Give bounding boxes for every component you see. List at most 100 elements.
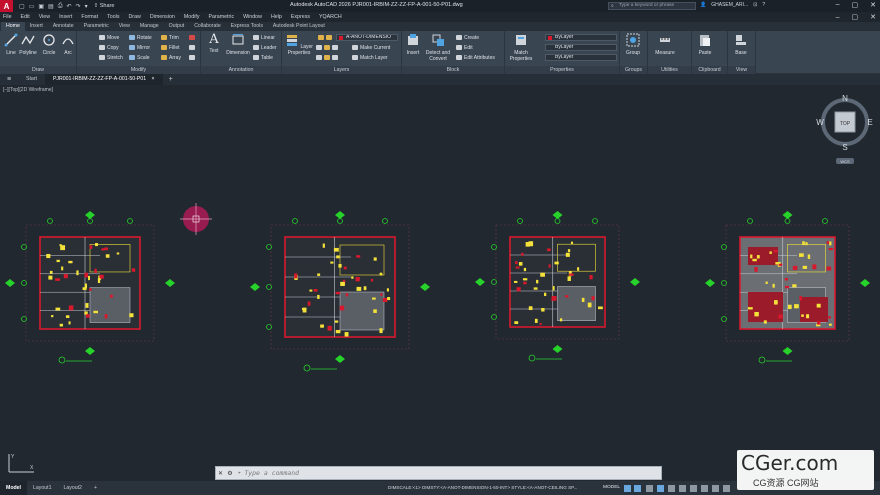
ribbon-tab-parametric[interactable]: Parametric — [79, 22, 114, 31]
help-icon[interactable]: ? — [762, 2, 765, 8]
match-properties-tool[interactable]: Match Properties — [508, 33, 534, 62]
print-icon[interactable]: ⎙ — [58, 3, 63, 10]
create-block-tool[interactable]: Create — [456, 35, 479, 41]
menu-item-draw[interactable]: Draw — [128, 14, 140, 20]
snap-toggle-icon[interactable] — [634, 485, 641, 492]
maximize-icon[interactable]: ▢ — [852, 1, 859, 9]
grid-toggle-icon[interactable] — [624, 485, 631, 492]
array-tool[interactable]: Array — [161, 55, 181, 61]
search-input[interactable]: ⌕ Type a keyword or phrase — [608, 2, 696, 10]
ribbon-tab-collaborate[interactable]: Collaborate — [189, 22, 226, 31]
linetype-dropdown[interactable]: ByLayer — [545, 44, 617, 51]
redo-icon[interactable]: ↷ — [76, 3, 81, 10]
viewport-controls[interactable]: [–][Top][2D Wireframe] — [3, 87, 53, 93]
view-panel-label[interactable]: View — [728, 66, 755, 74]
menu-item-yqarch[interactable]: YQARCH — [319, 14, 342, 20]
undo-icon[interactable]: ↶ — [67, 3, 72, 10]
menu-item-modify[interactable]: Modify — [184, 14, 200, 20]
ribbon-tab-view[interactable]: View — [114, 22, 135, 31]
color-dropdown[interactable]: ByLayer — [545, 34, 617, 41]
user-area[interactable]: 👤 GHASEM_ARI... ⊡ ? — [700, 2, 765, 8]
lineweight-toggle-icon[interactable] — [679, 485, 686, 492]
osnap-toggle-icon[interactable] — [668, 485, 675, 492]
ribbon-tab-annotate[interactable]: Annotate — [48, 22, 79, 31]
layers-panel-label[interactable]: Layers — [282, 66, 401, 74]
rotate-tool[interactable]: Rotate — [129, 35, 152, 41]
menu-item-view[interactable]: View — [39, 14, 50, 20]
block-panel-label[interactable]: Block — [402, 66, 504, 74]
layer-dropdown[interactable]: A-ANOT-DIMENSIO — [336, 34, 398, 41]
polar-toggle-icon[interactable] — [657, 485, 664, 492]
layer-tools-row2[interactable] — [316, 55, 340, 61]
autocad-logo-icon[interactable]: A — [0, 0, 13, 12]
ribbon-tab-express-tools[interactable]: Express Tools — [226, 22, 268, 31]
menu-item-help[interactable]: Help — [271, 14, 282, 20]
match-layer-tool[interactable]: Match Layer — [352, 55, 388, 61]
save-as-icon[interactable]: ▤ — [48, 3, 54, 10]
close-icon[interactable]: ✕ — [870, 1, 876, 9]
command-line-close-icon[interactable]: ✕ — [216, 470, 225, 477]
layout2-tab[interactable]: Layout2 — [57, 481, 87, 495]
compass-east[interactable]: E — [867, 118, 872, 127]
stretch-tool[interactable]: Stretch — [99, 55, 123, 61]
trim-tool[interactable]: Trim — [161, 35, 179, 41]
layout1-tab[interactable]: Layout1 — [27, 481, 57, 495]
properties-panel-label[interactable]: Properties — [505, 66, 619, 74]
command-line-customize-icon[interactable]: ⚙ — [225, 470, 235, 477]
layer-tools-row1[interactable] — [316, 45, 340, 51]
menu-item-file[interactable]: File — [3, 14, 12, 20]
active-drawing-tab[interactable]: PJR001-IRBIM-ZZ-ZZ-FP-A-001-50-P01 × — [44, 74, 163, 85]
dropdown-arrow-icon[interactable]: ▾ — [85, 3, 88, 10]
annotation-scale-icon[interactable] — [690, 485, 697, 492]
detect-convert-tool[interactable]: Detect and Convert — [424, 33, 452, 62]
file-tabs-menu-icon[interactable]: ≡ — [0, 76, 18, 83]
table-tool[interactable]: Table — [253, 55, 273, 61]
command-input[interactable]: Type a command — [244, 469, 299, 477]
model-tab[interactable]: Model — [0, 481, 27, 495]
edit-attributes-tool[interactable]: Edit Attributes — [456, 55, 495, 61]
modify-panel-label[interactable]: Modify — [77, 66, 200, 74]
copy-tool[interactable]: Copy — [99, 45, 119, 51]
linear-tool[interactable]: Linear — [253, 35, 275, 41]
move-tool[interactable]: Move — [99, 35, 119, 41]
drawing-minimize-icon[interactable]: – — [836, 14, 840, 21]
base-view-tool[interactable]: Base — [730, 33, 752, 56]
command-line[interactable]: ✕ ⚙ ▸ Type a command — [215, 466, 662, 480]
cart-icon[interactable]: ⊡ — [753, 2, 757, 8]
group-tool[interactable]: Group — [622, 33, 644, 56]
explode-tool[interactable] — [189, 45, 197, 51]
utilities-panel-label[interactable]: Utilities — [648, 66, 691, 74]
mirror-tool[interactable]: Mirror — [129, 45, 150, 51]
polyline-tool[interactable]: Polyline — [17, 33, 39, 56]
drawing-canvas[interactable] — [0, 85, 880, 479]
arc-tool[interactable]: Arc — [57, 33, 79, 56]
start-tab[interactable]: Start — [18, 74, 45, 85]
customize-icon[interactable] — [712, 485, 719, 492]
scale-tool[interactable]: Scale — [129, 55, 150, 61]
measure-tool[interactable]: Measure — [652, 33, 678, 56]
menu-item-express[interactable]: Express — [291, 14, 310, 20]
dimension-tool[interactable]: Dimension — [225, 33, 251, 56]
ribbon-tab-insert[interactable]: Insert — [25, 22, 48, 31]
menu-item-insert[interactable]: Insert — [59, 14, 72, 20]
new-tab-button[interactable]: + — [163, 76, 179, 83]
compass-north[interactable]: N — [842, 94, 848, 103]
menu-item-parametric[interactable]: Parametric — [209, 14, 235, 20]
erase-tool[interactable] — [189, 35, 197, 41]
fillet-tool[interactable]: Fillet — [161, 45, 180, 51]
save-icon[interactable]: ▣ — [38, 3, 44, 10]
compass-south[interactable]: S — [842, 143, 847, 152]
compass-west[interactable]: W — [816, 118, 824, 127]
menu-item-tools[interactable]: Tools — [107, 14, 119, 20]
text-tool[interactable]: A Text — [203, 33, 225, 55]
offset-tool[interactable] — [189, 55, 197, 61]
drawing-restore-icon[interactable]: ▢ — [852, 13, 859, 21]
viewcube[interactable]: TOP N S E W WCS — [815, 92, 875, 167]
layer-properties-tool[interactable]: Layer Properties — [284, 33, 314, 56]
close-tab-icon[interactable]: × — [152, 76, 155, 82]
menu-item-format[interactable]: Format — [81, 14, 98, 20]
share-button[interactable]: ⇪ Share — [94, 3, 115, 9]
fullscreen-icon[interactable] — [723, 485, 730, 492]
user-name[interactable]: GHASEM_ARI... — [711, 2, 748, 8]
menu-item-dimension[interactable]: Dimension — [150, 14, 175, 20]
